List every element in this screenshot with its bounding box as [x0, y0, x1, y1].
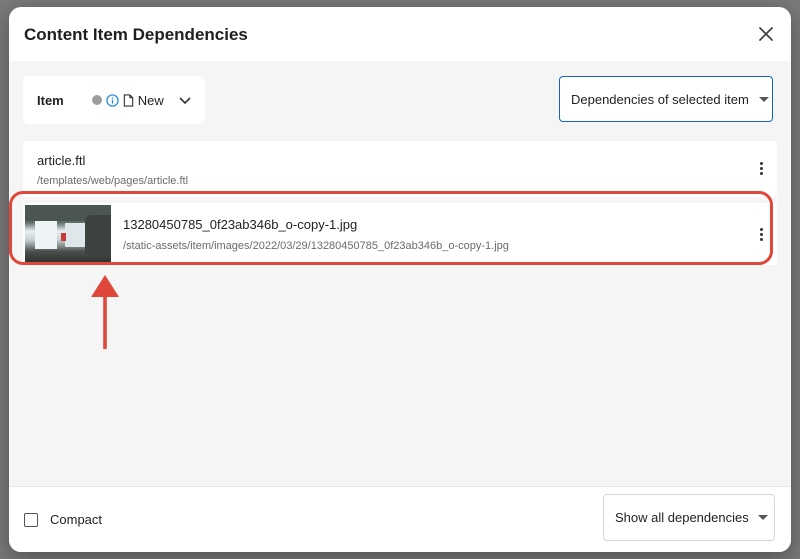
dropdown-caret-icon: [758, 96, 769, 102]
dialog-footer: Compact Show all dependencies: [9, 486, 791, 552]
list-item[interactable]: 13280450785_0f23ab346b_o-copy-1.jpg /sta…: [23, 203, 777, 265]
info-icon: [106, 93, 119, 107]
state-dot-icon: [91, 95, 102, 105]
close-icon: [759, 27, 773, 41]
arrow-up-icon: [91, 275, 119, 349]
close-button[interactable]: [755, 23, 777, 45]
dependency-name: article.ftl: [37, 153, 86, 168]
dependency-list: article.ftl /templates/web/pages/article…: [23, 141, 777, 271]
item-name: New: [137, 92, 164, 108]
image-thumbnail: [25, 205, 111, 263]
dependency-name: 13280450785_0f23ab346b_o-copy-1.jpg: [123, 217, 358, 232]
compact-checkbox[interactable]: [24, 513, 38, 527]
dialog-title: Content Item Dependencies: [24, 25, 248, 44]
more-vert-icon[interactable]: [751, 157, 771, 179]
dependency-path: /templates/web/pages/article.ftl: [37, 175, 189, 187]
compact-label: Compact: [50, 512, 103, 527]
chevron-down-icon[interactable]: [178, 93, 192, 107]
list-item[interactable]: article.ftl /templates/web/pages/article…: [23, 141, 777, 197]
dropdown-caret-icon: [757, 515, 768, 520]
toolbar: Item New Dependencies of selected item: [9, 61, 791, 141]
dependencies-dialog: Content Item Dependencies Item New Depen…: [9, 7, 791, 552]
item-selector[interactable]: Item New: [23, 76, 205, 124]
dialog-header: Content Item Dependencies: [9, 7, 791, 61]
document-icon: [123, 93, 133, 107]
more-vert-icon[interactable]: [751, 223, 771, 245]
dependency-path: /static-assets/item/images/2022/03/29/13…: [123, 240, 509, 252]
show-dependencies-select[interactable]: Show all dependencies: [603, 494, 775, 541]
show-dependencies-value: Show all dependencies: [615, 510, 749, 525]
dependency-mode-value: Dependencies of selected item: [571, 91, 749, 107]
item-label: Item: [37, 92, 64, 108]
dialog-body: Item New Dependencies of selected item a…: [9, 61, 791, 486]
dependency-mode-select[interactable]: Dependencies of selected item: [559, 76, 773, 122]
